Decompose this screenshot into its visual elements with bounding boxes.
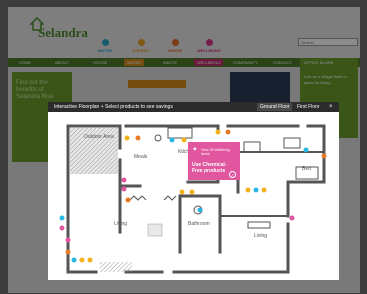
modal-title: Interactive Floorplan + Select products …: [54, 104, 173, 110]
heart-icon: ♥: [193, 147, 197, 153]
chevron-right-icon[interactable]: ›: [229, 171, 236, 178]
room-bathroom: Bathroom: [188, 221, 210, 227]
ground-floor-tab[interactable]: Ground Floor: [257, 103, 293, 111]
room-living-1: Living: [114, 221, 128, 227]
close-icon[interactable]: ×: [329, 102, 333, 112]
room-living-2: Living: [254, 233, 268, 239]
floorplan-modal: Interactive Floorplan + Select products …: [48, 102, 339, 280]
popup-subtitle: View 25 Wellbeing Items: [201, 148, 230, 156]
room-meals: Meals: [134, 154, 148, 160]
first-floor-tab[interactable]: First Floor: [294, 103, 323, 111]
modal-titlebar: Interactive Floorplan + Select products …: [48, 102, 339, 112]
room-bed: Bed: [302, 166, 311, 172]
room-outdoor: Outdoor Area: [84, 134, 114, 140]
popup-title: Use Chemical-Free products: [192, 162, 227, 174]
